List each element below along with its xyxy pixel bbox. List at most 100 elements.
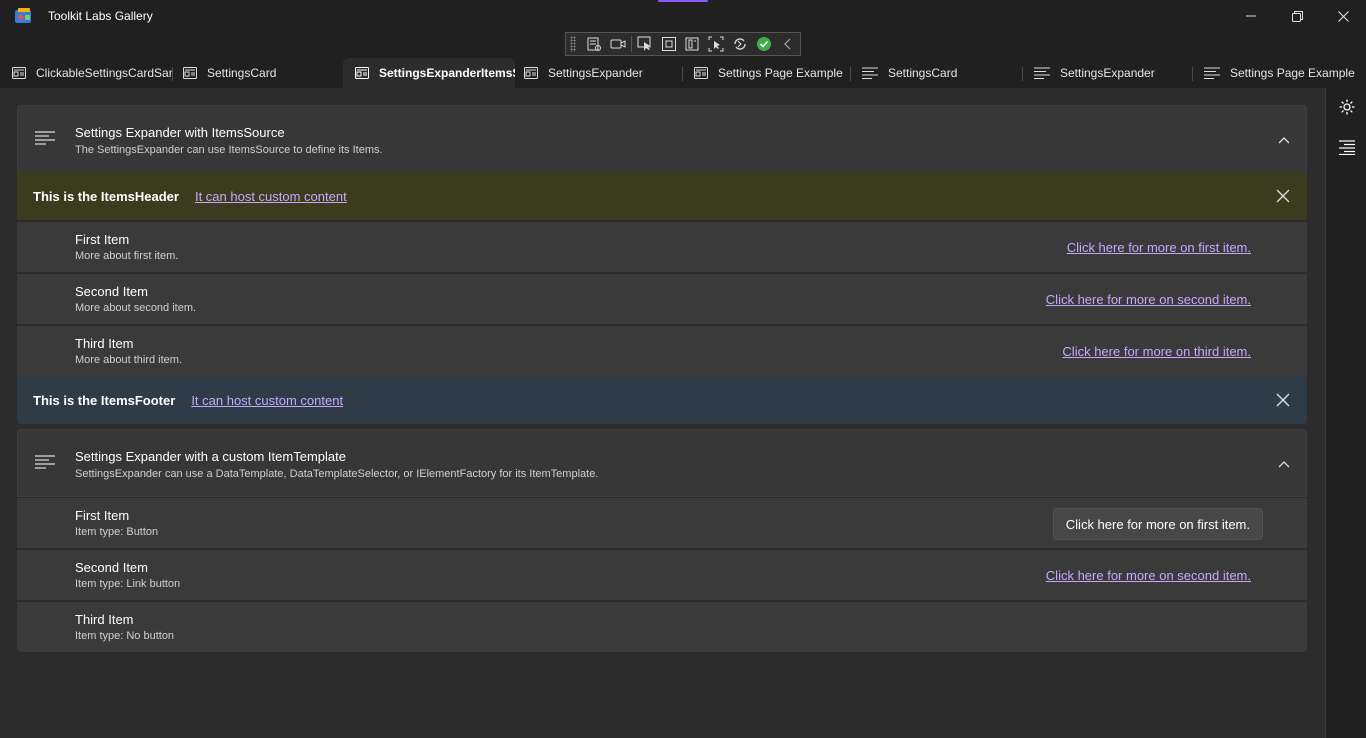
list-item: Third Item More about third item. Click …	[17, 325, 1307, 376]
list-item: Second Item More about second item. Clic…	[17, 273, 1307, 324]
adorner-icon	[661, 37, 676, 51]
tab-clickable-settings-card[interactable]: ClickableSettingsCardSar	[0, 58, 172, 88]
check-circle-icon	[757, 37, 772, 51]
chevron-left-icon	[784, 38, 791, 50]
flow-direction-button[interactable]	[1336, 136, 1358, 158]
list-item: Third Item Item type: No button	[17, 601, 1307, 652]
text-align-icon	[35, 131, 55, 145]
select-element-button[interactable]	[633, 34, 657, 54]
close-icon[interactable]	[1275, 188, 1291, 204]
app-icon	[15, 8, 31, 23]
tab-label: SettingsCard	[888, 66, 958, 80]
banner-title: This is the ItemsHeader	[33, 188, 179, 204]
card-icon	[355, 67, 369, 79]
close-window-button[interactable]	[1320, 0, 1366, 32]
chevron-up-icon	[1278, 137, 1290, 144]
tab-settings-page-example-2[interactable]: Settings Page Example	[1192, 58, 1366, 88]
list-item: First Item More about first item. Click …	[17, 221, 1307, 272]
item-description: Item type: Link button	[75, 578, 181, 590]
tree-icon	[587, 37, 601, 51]
minimize-button[interactable]	[1228, 0, 1274, 32]
text-align-icon	[35, 455, 55, 469]
item-title: Second Item	[75, 560, 148, 575]
text-lines-icon	[862, 67, 878, 79]
title-bar: Toolkit Labs Gallery	[0, 0, 1366, 32]
item-description: More about third item.	[75, 354, 182, 366]
focus-icon	[685, 37, 699, 51]
window-title: Toolkit Labs Gallery	[48, 9, 153, 23]
tab-label: SettingsExpander	[548, 66, 643, 80]
close-icon[interactable]	[1275, 392, 1291, 408]
live-visual-tree-button[interactable]	[582, 34, 606, 54]
list-item: First Item Item type: Button Click here …	[17, 497, 1307, 548]
item-title: First Item	[75, 508, 130, 523]
item-description: Item type: No button	[75, 630, 175, 642]
item-link[interactable]: Click here for more on second item.	[1046, 292, 1251, 307]
card-icon	[524, 67, 538, 79]
tab-label: SettingsExpanderItemsS	[379, 66, 515, 80]
item-link[interactable]: Click here for more on first item.	[1067, 240, 1251, 255]
item-title: Third Item	[75, 336, 134, 351]
item-link[interactable]: Click here for more on third item.	[1062, 344, 1251, 359]
binding-status-button[interactable]	[752, 34, 776, 54]
list-item: Second Item Item type: Link button Click…	[17, 549, 1307, 600]
more-info-button[interactable]: Click here for more on first item.	[1052, 508, 1263, 540]
expander-title: Settings Expander with ItemsSource	[75, 125, 285, 140]
expander-item-template-header[interactable]: Settings Expander with a custom ItemTemp…	[17, 429, 1307, 497]
tab-strip: ClickableSettingsCardSar SettingsCard Se…	[0, 58, 1366, 88]
expander-description: SettingsExpander can use a DataTemplate,…	[75, 468, 599, 480]
banner-link[interactable]: It can host custom content	[195, 189, 347, 204]
item-description: More about second item.	[75, 302, 197, 314]
close-icon	[1337, 10, 1349, 22]
camera-icon	[610, 39, 626, 49]
hot-reload-icon	[734, 38, 746, 50]
toolbar-grip-handle[interactable]	[570, 36, 576, 52]
restore-icon	[1291, 10, 1303, 22]
banner-link[interactable]: It can host custom content	[191, 393, 343, 408]
card-icon	[183, 67, 197, 79]
tab-label: SettingsExpander	[1060, 66, 1155, 80]
tab-settings-expander-2[interactable]: SettingsExpander	[1022, 58, 1192, 88]
tab-settings-card-2[interactable]: SettingsCard	[850, 58, 1022, 88]
sun-icon	[1339, 99, 1355, 115]
minimize-icon	[1246, 15, 1256, 17]
item-description: More about first item.	[75, 250, 179, 262]
tab-settings-expander[interactable]: SettingsExpander	[512, 58, 682, 88]
preview-selection-button[interactable]	[704, 34, 728, 54]
expander-items-source-header[interactable]: Settings Expander with ItemsSource The S…	[17, 105, 1307, 173]
display-layout-adorners-button[interactable]	[657, 34, 681, 54]
collapse-toolbar-button[interactable]	[776, 34, 800, 54]
hot-reload-button[interactable]	[728, 34, 752, 54]
accent-indicator	[658, 0, 708, 2]
banner-title: This is the ItemsFooter	[33, 392, 176, 408]
theme-toggle-button[interactable]	[1336, 96, 1358, 118]
item-title: First Item	[75, 232, 130, 247]
expander-description: The SettingsExpander can use ItemsSource…	[75, 144, 383, 156]
track-focus-button[interactable]	[681, 34, 705, 54]
tab-label: ClickableSettingsCardSar	[36, 66, 172, 80]
expander-title: Settings Expander with a custom ItemTemp…	[75, 449, 346, 464]
runtime-debug-toolbar	[565, 32, 801, 56]
preview-selection-icon	[708, 36, 724, 52]
tab-settings-card[interactable]: SettingsCard	[171, 58, 341, 88]
text-lines-icon	[1034, 67, 1050, 79]
cursor-select-icon	[637, 36, 651, 51]
item-title: Second Item	[75, 284, 148, 299]
item-link[interactable]: Click here for more on second item.	[1046, 568, 1251, 583]
record-button[interactable]	[606, 34, 630, 54]
collapse-button[interactable]	[1276, 132, 1292, 148]
restore-button[interactable]	[1274, 0, 1320, 32]
text-lines-icon	[1204, 67, 1220, 79]
tab-settings-expander-items-source[interactable]: SettingsExpanderItemsS	[343, 58, 515, 88]
chevron-up-icon	[1278, 461, 1290, 468]
tab-label: Settings Page Example	[1230, 66, 1355, 80]
items-footer-banner: This is the ItemsFooter It can host cust…	[17, 376, 1307, 424]
tab-label: SettingsCard	[207, 66, 277, 80]
card-icon	[12, 67, 26, 79]
tab-label: Settings Page Example	[718, 66, 843, 80]
tab-settings-page-example[interactable]: Settings Page Example	[682, 58, 850, 88]
item-title: Third Item	[75, 612, 134, 627]
collapse-button[interactable]	[1276, 456, 1292, 472]
align-right-icon	[1339, 140, 1355, 155]
item-description: Item type: Button	[75, 526, 159, 538]
